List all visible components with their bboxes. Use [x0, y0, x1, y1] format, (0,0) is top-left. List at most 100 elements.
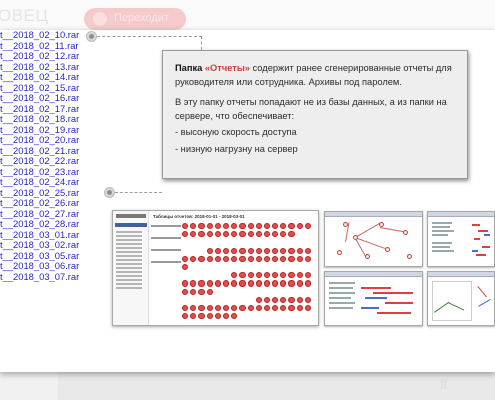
- report-archive-link[interactable]: t__2018_02_26.rar: [0, 198, 100, 209]
- report-archive-link[interactable]: t__2018_02_21.rar: [0, 146, 100, 157]
- report-icon: [190, 297, 196, 303]
- report-archive-link[interactable]: t__2018_02_15.rar: [0, 83, 100, 94]
- sidebar-line: [116, 255, 142, 257]
- table-blue-cell: [484, 234, 490, 236]
- timeline-bar: [361, 307, 379, 309]
- screenshot-sidebar: [113, 211, 149, 325]
- report-icon: [222, 255, 230, 262]
- report-icon: [222, 304, 230, 312]
- report-icon: [206, 247, 213, 254]
- report-archive-link[interactable]: t__2018_02_23.rar: [0, 167, 100, 178]
- report-icon: [223, 272, 229, 278]
- report-icon: [239, 289, 245, 295]
- report-archive-link[interactable]: t__2018_02_24.rar: [0, 177, 100, 188]
- report-icon: [288, 296, 295, 303]
- report-icon: [263, 231, 271, 238]
- report-archive-link[interactable]: t__2018_02_17.rar: [0, 104, 100, 115]
- report-archive-link[interactable]: t__2018_03_02.rar: [0, 240, 100, 251]
- report-archive-link[interactable]: t__2018_03_01.rar: [0, 230, 100, 241]
- report-icon: [288, 313, 294, 319]
- report-icon: [182, 321, 188, 325]
- report-screenshot-main: Таблицы отчетов: 2018-01-01 - 2018-03-01: [112, 210, 319, 326]
- table-line: [432, 250, 454, 252]
- report-icon: [264, 289, 270, 295]
- report-icon: [280, 255, 287, 262]
- sidebar-line: [116, 251, 142, 253]
- report-icon: [231, 304, 238, 312]
- report-icon: [288, 255, 295, 262]
- screenshot-anchor-dot: [105, 188, 114, 197]
- background-title: ОВЕЦ: [0, 6, 49, 25]
- report-icon: [280, 239, 286, 245]
- report-icon: [263, 255, 271, 262]
- report-archive-link[interactable]: t__2018_02_25.rar: [0, 188, 100, 199]
- report-archive-link[interactable]: t__2018_02_13.rar: [0, 62, 100, 73]
- mindmap-node: [337, 250, 342, 255]
- sidebar-toolbar: [116, 214, 146, 218]
- report-icon: [223, 239, 229, 245]
- thumb-header: [325, 272, 422, 277]
- report-icon: [207, 297, 213, 303]
- pill-icon: [93, 12, 107, 26]
- report-archive-link[interactable]: t__2018_02_18.rar: [0, 114, 100, 125]
- report-icon: [305, 231, 311, 237]
- report-icon: [296, 247, 303, 254]
- report-archive-link[interactable]: t__2018_02_16.rar: [0, 93, 100, 104]
- report-icon: [264, 264, 270, 270]
- report-icon: [206, 288, 213, 295]
- report-icon: [272, 231, 279, 238]
- report-icon: [190, 272, 196, 278]
- callout-bullet-speed: - высоную скорость доступа: [175, 127, 297, 137]
- mindmap-edge: [379, 227, 405, 233]
- report-icon: [239, 280, 246, 287]
- report-icon: [272, 289, 278, 295]
- timeline-bar: [377, 312, 411, 314]
- group-label: [151, 237, 181, 239]
- report-archive-link[interactable]: t__2018_02_12.rar: [0, 51, 100, 62]
- report-icon: [190, 248, 196, 254]
- chart-line: [477, 286, 487, 298]
- report-icon: [297, 313, 303, 319]
- report-archive-link[interactable]: t__2018_02_20.rar: [0, 135, 100, 146]
- report-icon: [182, 304, 189, 312]
- report-archive-link[interactable]: t__2018_03_06.rar: [0, 261, 100, 272]
- report-icon: [255, 247, 262, 254]
- report-icon: [222, 231, 230, 238]
- report-archive-link[interactable]: t__2018_02_10.rar: [0, 30, 100, 41]
- report-icon: [190, 321, 196, 325]
- report-icon: [305, 264, 311, 270]
- report-icon: [198, 288, 205, 295]
- report-icon: [198, 280, 205, 287]
- report-icon: [297, 231, 303, 237]
- report-archive-link[interactable]: t__2018_02_22.rar: [0, 156, 100, 167]
- sidebar-line: [116, 243, 142, 245]
- thumb-header: [325, 212, 422, 217]
- report-archive-link[interactable]: t__2018_02_28.rar: [0, 219, 100, 230]
- report-icon: [214, 280, 221, 287]
- timeline-bar: [361, 287, 391, 289]
- report-icon: [255, 304, 262, 312]
- report-archive-link[interactable]: t__2018_02_11.rar: [0, 41, 100, 52]
- report-icon: [248, 321, 254, 325]
- report-icon: [264, 313, 270, 319]
- report-icon: [263, 247, 271, 254]
- report-icon: [255, 223, 262, 230]
- mindmap-node: [343, 222, 348, 227]
- mindmap-node: [385, 247, 390, 252]
- group-label: [151, 261, 181, 263]
- report-icon: [297, 264, 303, 270]
- report-archive-link[interactable]: t__2018_03_07.rar: [0, 272, 100, 283]
- report-archive-link[interactable]: t__2018_02_14.rar: [0, 72, 100, 83]
- report-archive-link[interactable]: t__2018_03_05.rar: [0, 251, 100, 262]
- report-icon: [255, 231, 262, 238]
- report-archive-link[interactable]: t__2018_02_19.rar: [0, 125, 100, 136]
- table-blue-cell: [472, 250, 478, 252]
- report-icon: [207, 321, 213, 325]
- report-icon: [297, 239, 303, 245]
- report-archive-link[interactable]: t__2018_02_27.rar: [0, 209, 100, 220]
- report-icon: [182, 297, 188, 303]
- report-screenshot-table: [427, 211, 495, 267]
- report-icon: [248, 297, 254, 303]
- group-label: [151, 225, 181, 227]
- report-icon: [222, 223, 230, 230]
